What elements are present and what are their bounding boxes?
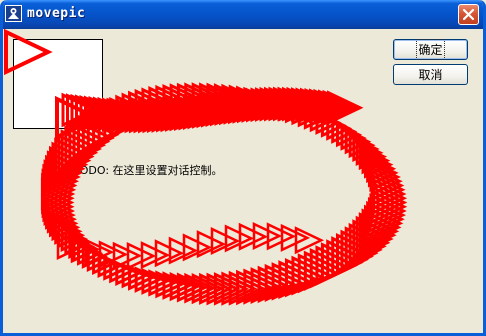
dialog-client-area: 确定 取消 TODO: 在这里设置对话控制。 bbox=[3, 29, 483, 333]
close-icon bbox=[462, 8, 475, 21]
title-bar[interactable]: movepic bbox=[3, 0, 483, 29]
window-title: movepic bbox=[27, 6, 86, 21]
trail-triangle bbox=[154, 239, 185, 268]
dialog-window: movepic 确定 取消 TODO: 在这里设置对话控制。 bbox=[0, 0, 486, 336]
moving-picture-trail bbox=[3, 29, 408, 306]
app-icon bbox=[5, 5, 22, 22]
trail-triangle bbox=[140, 241, 171, 270]
trail-triangle bbox=[3, 29, 53, 76]
close-button[interactable] bbox=[458, 4, 479, 25]
trail-triangle bbox=[280, 223, 311, 252]
